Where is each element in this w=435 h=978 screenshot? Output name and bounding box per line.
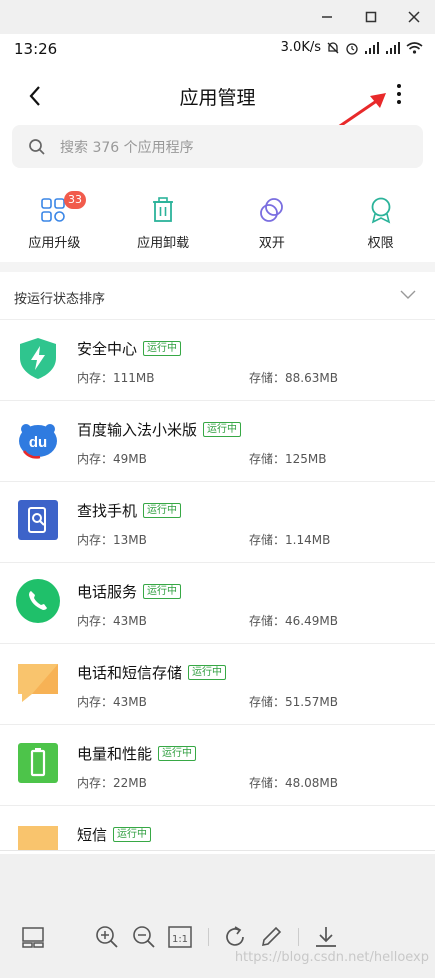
list-item[interactable]: 电量和性能 运行中 内存：22MB 存储：48.08MB <box>0 725 435 806</box>
app-name: 查找手机 <box>77 502 138 520</box>
app-name: 安全中心 <box>77 340 138 358</box>
list-item[interactable]: 查找手机 运行中 内存：13MB 存储：1.14MB <box>0 482 435 563</box>
app-name: 电量和性能 <box>77 745 153 763</box>
toolbar-separator <box>208 928 209 946</box>
network-speed: 3.0K/s <box>280 40 321 55</box>
sort-label: 按运行状态排序 <box>14 292 106 307</box>
app-list: 安全中心 运行中 内存：111MB 存储：88.63MB du 百度输入法小米版… <box>0 320 435 854</box>
status-icons: 3.0K/s <box>281 40 423 55</box>
alarm-icon <box>346 42 358 55</box>
status-time: 13:26 <box>14 40 58 58</box>
tool-app-uninstall[interactable]: 应用卸载 <box>109 196 218 260</box>
status-badge: 运行中 <box>158 746 197 761</box>
app-memory: 内存：43MB <box>77 614 147 628</box>
app-storage: 存储：1.14MB <box>249 533 331 547</box>
signal-icon <box>365 41 379 54</box>
app-name-row: 安全中心 运行中 <box>77 338 182 359</box>
system-nav-bar <box>0 850 435 854</box>
app-name-row: 电量和性能 运行中 <box>77 743 197 764</box>
mute-bell-icon <box>327 41 339 53</box>
status-badge: 运行中 <box>113 827 152 842</box>
layout-icon[interactable] <box>20 924 46 950</box>
wifi-icon <box>406 42 423 54</box>
zoom-in-icon[interactable] <box>94 924 120 950</box>
dual-circle-icon <box>259 198 283 222</box>
phone-icon <box>16 579 60 623</box>
message-bubble-icon <box>18 664 58 702</box>
actual-size-icon[interactable]: 1:1 <box>167 924 193 950</box>
phone-screen: 13:26 3.0K/s 应用管理 搜索 376 个应用程序 33 应用升级 应… <box>0 34 435 854</box>
list-item[interactable]: 电话和短信存储 运行中 内存：43MB 存储：51.57MB <box>0 644 435 725</box>
status-badge: 运行中 <box>143 503 182 518</box>
list-item[interactable]: 安全中心 运行中 内存：111MB 存储：88.63MB <box>0 320 435 401</box>
app-memory: 内存：43MB <box>77 695 147 709</box>
app-memory: 内存：49MB <box>77 452 147 466</box>
tool-row: 33 应用升级 应用卸载 双开 权限 <box>0 191 435 260</box>
tool-label: 应用升级 <box>28 236 81 251</box>
app-name-row: 电话服务 运行中 <box>77 581 182 602</box>
shield-bolt-icon <box>20 338 56 379</box>
app-storage: 存储：51.57MB <box>249 695 338 709</box>
app-name: 电话和短信存储 <box>77 664 183 682</box>
app-name-row: 查找手机 运行中 <box>77 500 182 521</box>
app-name-row: 短信 运行中 <box>77 824 152 845</box>
status-badge: 运行中 <box>188 665 227 680</box>
app-name: 短信 <box>77 826 108 844</box>
tool-dual-apps[interactable]: 双开 <box>218 196 327 260</box>
section-divider <box>0 262 435 272</box>
chevron-down-icon <box>400 290 416 299</box>
app-name: 电话服务 <box>77 583 138 601</box>
edit-pen-icon[interactable] <box>258 924 284 950</box>
app-storage: 存储：48.08MB <box>249 776 338 790</box>
maximize-icon[interactable] <box>360 6 382 28</box>
baidu-du-icon: du <box>19 424 57 459</box>
app-storage: 存储：125MB <box>249 452 327 466</box>
svg-text:1:1: 1:1 <box>172 934 188 945</box>
toolbar-separator <box>298 928 299 946</box>
minimize-icon[interactable] <box>316 6 338 28</box>
zoom-out-icon[interactable] <box>131 924 157 950</box>
sort-selector[interactable]: 按运行状态排序 <box>0 272 435 320</box>
app-storage: 存储：88.63MB <box>249 371 338 385</box>
list-item[interactable]: 电话服务 运行中 内存：43MB 存储：46.49MB <box>0 563 435 644</box>
tool-app-upgrade[interactable]: 33 应用升级 <box>0 191 109 260</box>
status-badge: 运行中 <box>143 341 182 356</box>
window-titlebar <box>0 0 435 34</box>
app-memory: 内存：13MB <box>77 533 147 547</box>
battery-icon <box>18 743 58 783</box>
watermark-text: https://blog.csdn.net/helloexp <box>234 950 429 965</box>
list-item[interactable]: 短信 运行中 <box>0 806 435 854</box>
rotate-icon[interactable] <box>222 924 248 950</box>
tool-label: 权限 <box>367 236 394 251</box>
app-storage: 存储：46.49MB <box>249 614 338 628</box>
tool-label: 应用卸载 <box>137 236 190 251</box>
trash-icon <box>153 197 174 222</box>
close-icon[interactable] <box>403 6 425 28</box>
status-badge: 运行中 <box>203 422 242 437</box>
app-name-row: 百度输入法小米版 运行中 <box>77 419 242 440</box>
app-name: 百度输入法小米版 <box>77 421 198 439</box>
tool-label: 双开 <box>258 236 285 251</box>
app-name-row: 电话和短信存储 运行中 <box>77 662 227 683</box>
search-icon <box>29 138 45 155</box>
list-item[interactable]: du 百度输入法小米版 运行中 内存：49MB 存储：125MB <box>0 401 435 482</box>
download-icon[interactable] <box>313 924 339 950</box>
app-memory: 内存：111MB <box>77 371 155 385</box>
more-vertical-icon[interactable] <box>388 80 410 110</box>
find-phone-icon <box>18 500 58 540</box>
status-badge: 运行中 <box>143 584 182 599</box>
tool-permissions[interactable]: 权限 <box>326 196 435 260</box>
search-placeholder: 搜索 376 个应用程序 <box>60 139 194 156</box>
status-bar: 13:26 3.0K/s <box>0 34 435 62</box>
svg-text:du: du <box>29 434 47 451</box>
search-input[interactable]: 搜索 376 个应用程序 <box>12 125 423 168</box>
signal-icon-2 <box>386 41 400 54</box>
upgrade-count-badge: 33 <box>64 191 86 209</box>
ribbon-icon <box>371 197 391 224</box>
app-memory: 内存：22MB <box>77 776 147 790</box>
